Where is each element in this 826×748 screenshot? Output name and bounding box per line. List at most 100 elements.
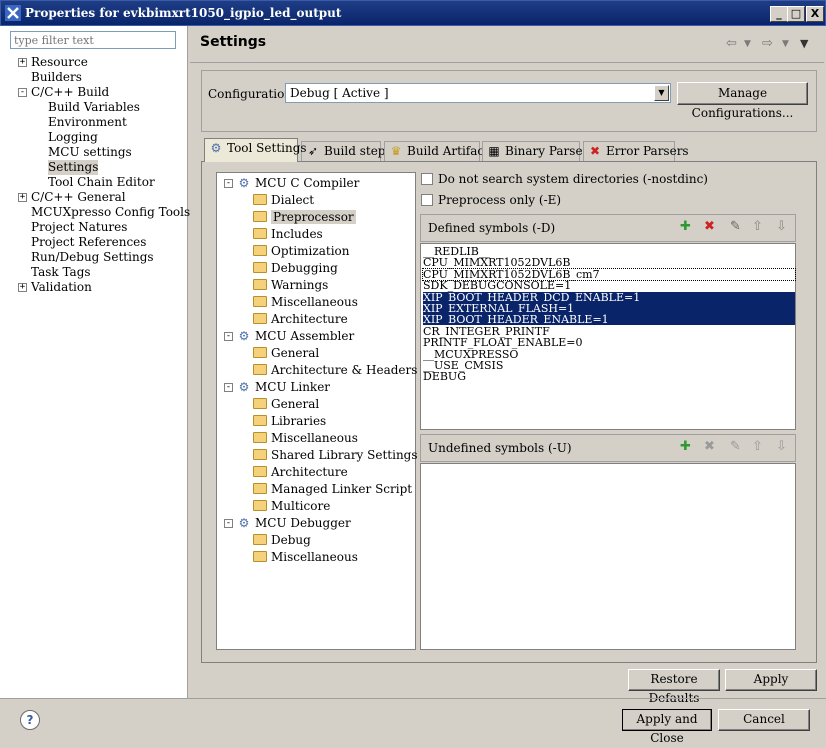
tree-item[interactable]: Validation: [31, 280, 92, 295]
tab[interactable]: ▦ Binary Parsers: [482, 141, 594, 161]
tool-option-item[interactable]: Architecture: [253, 464, 348, 480]
tool-tree-label: Managed Linker Script: [271, 482, 413, 496]
tab[interactable]: ➶ Build steps: [301, 141, 392, 161]
tree-item[interactable]: Build Variables: [48, 100, 140, 115]
tool-option-item[interactable]: Managed Linker Script: [253, 481, 412, 497]
tree-expander-icon[interactable]: -: [224, 519, 233, 528]
move-down-icon[interactable]: ⇩: [776, 439, 787, 454]
tab[interactable]: ⚙ Tool Settings: [204, 138, 307, 162]
tree-item[interactable]: C/C++ General: [31, 190, 126, 205]
defined-symbols-list[interactable]: __REDLIB__ CPU_MIMXRT1052DVL6B CPU_MIMXRT1…: [420, 243, 796, 430]
tree-item[interactable]: C/C++ Build: [31, 85, 109, 100]
tree-expander-icon[interactable]: -: [224, 332, 233, 341]
symbol-item[interactable]: __USE_CMSIS: [423, 360, 503, 371]
symbol-item[interactable]: CPU_MIMXRT1052DVL6B: [423, 257, 570, 268]
nostdinc-checkbox[interactable]: [421, 173, 433, 185]
forward-menu-icon[interactable]: ▼: [782, 39, 789, 49]
tool-option-item[interactable]: Libraries: [253, 413, 326, 429]
tool-option-item[interactable]: Warnings: [253, 277, 328, 293]
apply-and-close-button[interactable]: Apply and Close: [622, 709, 712, 745]
tool-option-item[interactable]: Architecture & Headers: [253, 362, 417, 378]
back-menu-icon[interactable]: ▼: [744, 39, 751, 49]
close-button[interactable]: X: [806, 6, 824, 22]
tool-option-item[interactable]: Miscellaneous: [253, 294, 358, 310]
tool-option-item[interactable]: Debugging: [253, 260, 338, 276]
add-icon[interactable]: ✚: [680, 219, 691, 234]
symbol-item[interactable]: __MCUXPRESSO: [423, 349, 518, 360]
tree-item[interactable]: Project References: [31, 235, 146, 250]
symbol-item[interactable]: XIP_BOOT_HEADER_DCD_ENABLE=1: [423, 291, 795, 303]
tool-item[interactable]: ⚙ MCU Linker: [237, 379, 330, 395]
tool-item[interactable]: ⚙ MCU Assembler: [237, 328, 355, 344]
tree-expander-icon[interactable]: +: [18, 58, 27, 67]
help-icon[interactable]: ?: [20, 710, 40, 730]
tool-option-item[interactable]: Includes: [253, 226, 323, 242]
filter-input[interactable]: [10, 31, 176, 49]
tree-item[interactable]: Project Natures: [31, 220, 127, 235]
tool-option-item[interactable]: Miscellaneous: [253, 549, 358, 565]
symbol-item[interactable]: CPU_MIMXRT1052DVL6B_cm7: [422, 267, 796, 281]
tool-option-item[interactable]: Multicore: [253, 498, 330, 514]
window-title: Properties for evkbimxrt1050_igpio_led_o…: [25, 6, 342, 20]
move-up-icon[interactable]: ⇧: [752, 219, 763, 234]
edit-icon[interactable]: ✎: [730, 219, 741, 234]
edit-icon[interactable]: ✎: [730, 439, 741, 454]
add-icon[interactable]: ✚: [680, 439, 691, 454]
undefined-symbols-list[interactable]: [420, 463, 796, 650]
tool-option-item[interactable]: Dialect: [253, 192, 314, 208]
tree-item[interactable]: Builders: [31, 70, 82, 85]
tool-option-item[interactable]: General: [253, 345, 319, 361]
symbol-item[interactable]: DEBUG: [423, 371, 466, 382]
tree-expander-icon[interactable]: -: [224, 383, 233, 392]
tree-expander-icon[interactable]: +: [18, 283, 27, 292]
tree-expander-icon[interactable]: +: [18, 193, 27, 202]
tree-item[interactable]: Environment: [48, 115, 127, 130]
tree-item[interactable]: Run/Debug Settings: [31, 250, 154, 265]
delete-icon[interactable]: ✖: [704, 219, 715, 234]
tool-option-item[interactable]: Optimization: [253, 243, 350, 259]
tab[interactable]: ✖ Error Parsers: [583, 141, 689, 161]
cancel-button[interactable]: Cancel: [718, 709, 810, 731]
tree-expander-icon[interactable]: -: [224, 179, 233, 188]
minimize-button[interactable]: _: [770, 6, 788, 22]
tool-option-item[interactable]: Debug: [253, 532, 311, 548]
tree-item[interactable]: Resource: [31, 55, 88, 70]
tree-item[interactable]: Settings: [48, 160, 99, 175]
folder-icon: [253, 449, 267, 460]
chevron-down-icon[interactable]: ▼: [654, 85, 669, 101]
tool-option-item[interactable]: Shared Library Settings: [253, 447, 418, 463]
tool-tree-label: Dialect: [271, 193, 315, 207]
tree-item[interactable]: Logging: [48, 130, 98, 145]
tool-option-item[interactable]: Preprocessor: [253, 209, 356, 225]
tool-option-item[interactable]: Architecture: [253, 311, 348, 327]
symbol-item[interactable]: SDK_DEBUGCONSOLE=1: [423, 280, 571, 291]
back-icon[interactable]: ⇦: [726, 36, 737, 51]
maximize-button[interactable]: □: [787, 6, 805, 22]
symbol-item[interactable]: XIP_EXTERNAL_FLASH=1: [423, 303, 795, 314]
view-menu-icon[interactable]: ▼: [800, 37, 808, 50]
move-down-icon[interactable]: ⇩: [776, 219, 787, 234]
restore-defaults-button[interactable]: Restore Defaults: [628, 669, 720, 705]
forward-icon[interactable]: ⇨: [762, 36, 773, 51]
tree-item[interactable]: MCUXpresso Config Tools: [31, 205, 190, 220]
configuration-select[interactable]: Debug [ Active ] ▼: [285, 83, 671, 103]
tab[interactable]: ♛ Build Artifact: [384, 141, 489, 161]
symbol-item[interactable]: XIP_BOOT_HEADER_ENABLE=1: [423, 314, 795, 326]
move-up-icon[interactable]: ⇧: [752, 439, 763, 454]
tool-item[interactable]: ⚙ MCU C Compiler: [237, 175, 360, 191]
tree-item[interactable]: MCU settings: [48, 145, 132, 160]
tool-option-item[interactable]: Miscellaneous: [253, 430, 358, 446]
preprocess-only-checkbox[interactable]: [421, 194, 433, 206]
symbol-item[interactable]: PRINTF_FLOAT_ENABLE=0: [423, 337, 583, 348]
apply-button[interactable]: Apply: [725, 669, 817, 691]
tree-item[interactable]: Tool Chain Editor: [48, 175, 155, 190]
symbol-item[interactable]: __REDLIB__: [423, 246, 490, 257]
tool-option-item[interactable]: General: [253, 396, 319, 412]
delete-icon[interactable]: ✖: [704, 439, 715, 454]
folder-icon: [253, 398, 267, 409]
tree-item[interactable]: Task Tags: [31, 265, 91, 280]
symbol-item[interactable]: CR_INTEGER_PRINTF: [423, 326, 550, 337]
manage-configurations-button[interactable]: Manage Configurations...: [677, 82, 808, 120]
tree-expander-icon[interactable]: -: [18, 88, 27, 97]
tool-item[interactable]: ⚙ MCU Debugger: [237, 515, 351, 531]
